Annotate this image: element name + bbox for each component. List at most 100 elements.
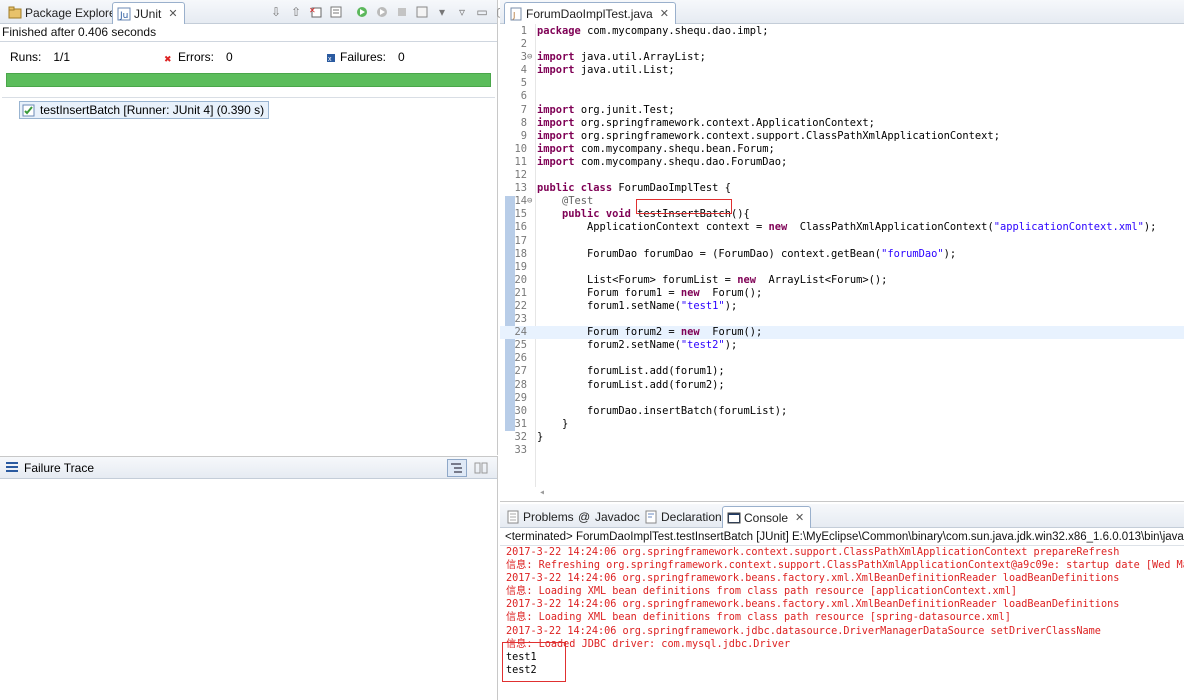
console-line: 2017-3-22 14:24:06 org.springframework.b…	[506, 599, 1120, 611]
console-line: test2	[506, 664, 537, 676]
code-line: 4 import java.util.List;	[500, 64, 1184, 77]
runs-label: Runs:	[10, 50, 42, 64]
code-line: 5	[500, 77, 1184, 90]
code-line: 22 forum1.setName("test1");	[500, 300, 1184, 313]
code-token: new	[737, 273, 756, 286]
test-run-history-icon[interactable]	[414, 4, 430, 20]
close-icon[interactable]: ✕	[168, 4, 177, 24]
code-line: 7 import org.junit.Test;	[500, 104, 1184, 117]
tab-console[interactable]: Console ✕	[722, 506, 812, 528]
close-icon[interactable]: ✕	[660, 4, 669, 24]
tab-junit[interactable]: Ju JUnit ✕	[112, 2, 185, 24]
line-number: 12	[514, 169, 527, 182]
code-text: public class ForumDaoImplTest {	[537, 182, 731, 195]
tab-package-explorer[interactable]: Package Explorer	[4, 2, 126, 24]
code-token: );	[724, 299, 738, 312]
fold-marker-icon[interactable]: ⊖	[527, 51, 535, 64]
code-token: java.util.List;	[580, 64, 675, 77]
tab-label: Console	[744, 510, 789, 525]
console-line: 2017-3-22 14:24:06 org.springframework.c…	[506, 547, 1120, 558]
code-token: public class	[537, 182, 613, 195]
junit-status: Finished after 0.406 seconds	[2, 25, 157, 39]
code-line: 24 Forum forum2 = new Forum();	[500, 326, 1184, 340]
stop-icon[interactable]	[394, 4, 410, 20]
code-text: ApplicationContext context = new ClassPa…	[537, 221, 1156, 234]
code-token: forum1.setName(	[537, 299, 681, 312]
next-failure-icon[interactable]: ⇩	[268, 4, 284, 20]
history-dropdown-icon[interactable]: ▾	[434, 4, 450, 20]
console-line: 信息: Loaded JDBC driver: com.mysql.jdbc.D…	[506, 638, 791, 650]
code-text: forum2.setName("test2");	[537, 339, 737, 352]
line-number: 7	[520, 103, 527, 116]
fold-marker-icon[interactable]: ⊖	[527, 195, 535, 208]
horizontal-scrollbar[interactable]: ◂	[535, 487, 1184, 501]
code-token: );	[724, 339, 738, 352]
line-number: 8	[520, 116, 527, 129]
code-line: 9 import org.springframework.context.supp…	[500, 130, 1184, 143]
tab-declaration[interactable]: Declaration	[640, 506, 728, 528]
code-line: 18 ForumDao forumDao = (ForumDao) contex…	[500, 248, 1184, 261]
code-line: 23	[500, 313, 1184, 326]
code-token: new	[680, 326, 700, 339]
tab-label: Javadoc	[595, 510, 640, 524]
previous-failure-icon[interactable]: ⇧	[288, 4, 304, 20]
failures-counter: x Failures: 0	[326, 50, 405, 64]
code-token: import	[537, 64, 575, 77]
code-token: ApplicationContext context =	[537, 221, 769, 234]
console-output[interactable]: 2017-3-22 14:24:06 org.springframework.c…	[500, 546, 1184, 677]
code-token: );	[943, 247, 957, 260]
show-failures-only-icon[interactable]: ✕	[308, 4, 324, 20]
code-line: 20 List<Forum> forumList = new ArrayList…	[500, 274, 1184, 287]
test-progress-bar	[6, 73, 491, 87]
tab-javadoc[interactable]: @ Javadoc	[574, 506, 646, 528]
line-number: 18	[514, 247, 527, 260]
code-text: import org.junit.Test;	[537, 104, 675, 117]
code-line: 3 ⊖ import java.util.ArrayList;	[500, 51, 1184, 64]
code-line: 21 Forum forum1 = new Forum();	[500, 287, 1184, 300]
code-text: List<Forum> forumList = new ArrayList<Fo…	[537, 274, 887, 287]
code-text: public void testInsertBatch(){	[537, 208, 750, 221]
line-number: 13	[514, 182, 527, 195]
editor-tab[interactable]: J ForumDaoImplTest.java ✕	[504, 2, 676, 24]
code-token: Forum();	[705, 286, 763, 299]
console-line: 2017-3-22 14:24:06 org.springframework.j…	[506, 625, 1101, 637]
filter-stack-icon[interactable]	[447, 459, 467, 477]
line-number: 4	[520, 64, 527, 77]
failures-value: 0	[398, 50, 405, 64]
code-line: 17	[500, 235, 1184, 248]
code-text: package com.mycompany.shequ.dao.impl;	[537, 25, 768, 38]
rerun-failed-icon[interactable]	[374, 4, 390, 20]
line-number: 23	[514, 313, 527, 326]
tab-label: Declaration	[661, 510, 722, 524]
svg-text:J: J	[512, 11, 515, 20]
line-number: 25	[514, 339, 527, 352]
code-line: 33	[500, 444, 1184, 457]
code-text: forumDao.insertBatch(forumList);	[537, 405, 787, 418]
close-icon[interactable]: ✕	[795, 508, 804, 528]
code-token: import	[537, 103, 575, 116]
code-line: 19	[500, 261, 1184, 274]
line-number: 21	[514, 286, 527, 299]
code-token: java.util.ArrayList;	[580, 51, 706, 64]
scroll-lock-icon[interactable]	[328, 4, 344, 20]
test-tree-item[interactable]: testInsertBatch [Runner: JUnit 4] (0.390…	[19, 101, 270, 119]
tab-problems[interactable]: Problems	[502, 506, 580, 528]
minimize-icon[interactable]: ▭	[474, 4, 490, 20]
view-menu-icon[interactable]: ▿	[454, 4, 470, 20]
code-line: 30 forumDao.insertBatch(forumList);	[500, 405, 1184, 418]
line-number: 6	[520, 90, 527, 103]
line-number: 10	[514, 142, 527, 155]
code-line: 15 public void testInsertBatch(){	[500, 208, 1184, 221]
editor-tabbar: J ForumDaoImplTest.java ✕	[500, 0, 1184, 24]
code-editor[interactable]: 1 package com.mycompany.shequ.dao.impl; 2 3…	[500, 24, 1184, 501]
console-line: 信息: Refreshing org.springframework.conte…	[506, 560, 1184, 572]
compare-result-icon[interactable]	[471, 459, 491, 477]
junit-counters: Runs: 1/1 ✖ Errors: 0 x Failures: 0	[0, 50, 497, 66]
code-line: 31 }	[500, 418, 1184, 431]
code-line: 2	[500, 38, 1184, 51]
line-number: 29	[514, 391, 527, 404]
tab-label: Package Explorer	[25, 6, 120, 20]
code-token: com.mycompany.shequ.bean.Forum;	[580, 142, 775, 155]
rerun-test-icon[interactable]	[354, 4, 370, 20]
runs-counter: Runs: 1/1	[10, 50, 70, 64]
